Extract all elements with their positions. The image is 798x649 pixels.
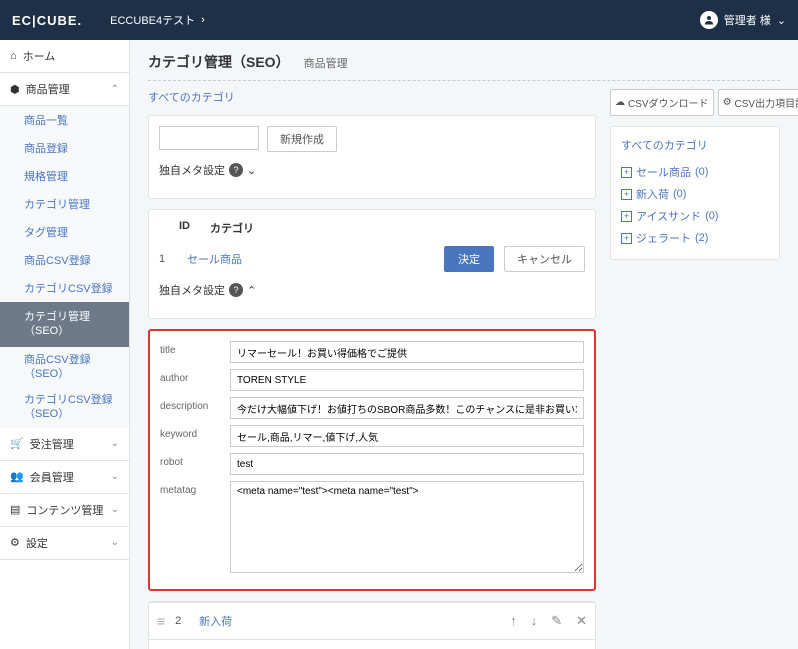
help-icon[interactable]: ? <box>229 163 243 177</box>
move-down-icon[interactable]: ↓ <box>531 613 538 629</box>
edit-icon[interactable]: ✎ <box>551 613 562 629</box>
category-list: ≡ 2 新入荷 ↑ ↓ ✎ ✕ ≡ 5 アイスサンド <box>148 601 596 649</box>
description-input[interactable] <box>230 397 584 419</box>
list-item: ≡ 2 新入荷 ↑ ↓ ✎ ✕ <box>149 602 595 639</box>
tree-item[interactable]: +セール商品 (0) <box>621 161 769 183</box>
expand-icon[interactable]: + <box>621 167 632 178</box>
main-content: カテゴリ管理（SEO） 商品管理 すべてのカテゴリ 新規作成 独自メタ設定 ? … <box>130 40 798 649</box>
chevron-down-icon: ⌄ <box>777 14 786 27</box>
gear-icon: ⚙ <box>723 97 732 108</box>
search-card: 新規作成 独自メタ設定 ? ⌄ <box>148 115 596 199</box>
move-up-icon[interactable]: ↑ <box>510 613 517 629</box>
tree-title[interactable]: すべてのカテゴリ <box>621 137 769 153</box>
cube-icon: ⬢ <box>10 83 20 96</box>
csv-download-button[interactable]: ☁CSVダウンロード <box>610 89 714 116</box>
sidebar: ⌂ ホーム ⬢商品管理 ⌃ 商品一覧 商品登録 規格管理 カテゴリ管理 タグ管理… <box>0 40 130 649</box>
csv-config-button[interactable]: ⚙CSV出力項目設定 <box>718 89 798 116</box>
author-input[interactable] <box>230 369 584 391</box>
chevron-down-icon: ⌄ <box>247 164 256 177</box>
chevron-down-icon: ⌄ <box>111 438 119 449</box>
sidebar-sub-2[interactable]: 規格管理 <box>0 162 129 190</box>
user-menu[interactable]: 管理者 様 ⌄ <box>700 11 786 29</box>
delete-icon[interactable]: ✕ <box>576 613 587 629</box>
expand-icon[interactable]: + <box>621 233 632 244</box>
site-name[interactable]: ECCUBE4テスト › <box>110 12 205 28</box>
submit-button[interactable]: 決定 <box>444 246 494 272</box>
sidebar-sub-5[interactable]: 商品CSV登録 <box>0 246 129 274</box>
category-header-card: ID カテゴリ 1 セール商品 決定 キャンセル 独自メタ設定 ? ⌃ <box>148 209 596 319</box>
cancel-button[interactable]: キャンセル <box>504 246 585 272</box>
sidebar-sub-7[interactable]: カテゴリ管理（SEO） <box>0 302 129 347</box>
expand-icon[interactable]: + <box>621 189 632 200</box>
sidebar-sub-8[interactable]: 商品CSV登録（SEO） <box>0 347 129 388</box>
sidebar-sub-6[interactable]: カテゴリCSV登録 <box>0 274 129 302</box>
col-id: ID <box>179 220 190 236</box>
robot-input[interactable] <box>230 453 584 475</box>
keyword-input[interactable] <box>230 425 584 447</box>
seo-form-card: title author description keyword robot m… <box>148 329 596 591</box>
chevron-up-icon: ⌃ <box>247 284 256 297</box>
breadcrumb[interactable]: すべてのカテゴリ <box>148 89 596 105</box>
drag-handle-icon[interactable]: ≡ <box>157 613 165 629</box>
sidebar-product-mgmt[interactable]: ⬢商品管理 ⌃ <box>0 73 129 106</box>
sidebar-home[interactable]: ⌂ ホーム <box>0 40 129 73</box>
sidebar-sub-9[interactable]: カテゴリCSV登録（SEO） <box>0 387 129 428</box>
topbar: EC|CUBE. ECCUBE4テスト › 管理者 様 ⌄ <box>0 0 798 40</box>
tree-item[interactable]: +ジェラート (2) <box>621 227 769 249</box>
edit-row: 1 セール商品 決定 キャンセル <box>159 246 585 272</box>
chevron-down-icon: ⌄ <box>111 537 119 548</box>
meta-toggle-1[interactable]: 独自メタ設定 ? ⌄ <box>159 162 585 178</box>
metatag-textarea[interactable] <box>230 481 584 573</box>
tree-item[interactable]: +新入荷 (0) <box>621 183 769 205</box>
expand-icon[interactable]: + <box>621 211 632 222</box>
sidebar-order-mgmt[interactable]: 🛒受注管理 ⌄ <box>0 428 129 461</box>
page-subtitle: 商品管理 <box>304 55 348 71</box>
users-icon: 👥 <box>10 470 24 483</box>
chevron-up-icon: ⌃ <box>111 84 119 95</box>
sidebar-sub-0[interactable]: 商品一覧 <box>0 106 129 134</box>
sidebar-sub-1[interactable]: 商品登録 <box>0 134 129 162</box>
list-name-link[interactable]: 新入荷 <box>199 613 510 629</box>
title-input[interactable] <box>230 341 584 363</box>
cloud-download-icon: ☁ <box>615 97 625 108</box>
cart-icon: 🛒 <box>10 437 24 450</box>
user-icon <box>700 11 718 29</box>
sidebar-sub-4[interactable]: タグ管理 <box>0 218 129 246</box>
sidebar-member-mgmt[interactable]: 👥会員管理 ⌄ <box>0 461 129 494</box>
meta-toggle-2[interactable]: 独自メタ設定 ? ⌃ <box>159 282 585 298</box>
logo: EC|CUBE. <box>12 13 82 28</box>
layers-icon: ▤ <box>10 503 20 516</box>
gear-icon: ⚙ <box>10 536 20 549</box>
sidebar-settings[interactable]: ⚙設定 ⌄ <box>0 527 129 560</box>
chevron-right-icon: › <box>201 14 205 26</box>
category-name-link[interactable]: セール商品 <box>187 251 242 267</box>
chevron-down-icon: ⌄ <box>111 471 119 482</box>
search-input[interactable] <box>159 126 259 150</box>
new-button[interactable]: 新規作成 <box>267 126 337 152</box>
category-tree-card: すべてのカテゴリ +セール商品 (0) +新入荷 (0) +アイスサンド (0)… <box>610 126 780 260</box>
home-icon: ⌂ <box>10 50 17 62</box>
page-title-bar: カテゴリ管理（SEO） 商品管理 <box>148 52 780 81</box>
list-item: ≡ 5 アイスサンド ↑ ↓ ✎ ✕ <box>149 639 595 649</box>
help-icon[interactable]: ? <box>229 283 243 297</box>
sidebar-content-mgmt[interactable]: ▤コンテンツ管理 ⌄ <box>0 494 129 527</box>
page-title: カテゴリ管理（SEO） <box>148 52 290 72</box>
chevron-down-icon: ⌄ <box>111 504 119 515</box>
tree-item[interactable]: +アイスサンド (0) <box>621 205 769 227</box>
col-category: カテゴリ <box>210 220 254 236</box>
sidebar-sub-3[interactable]: カテゴリ管理 <box>0 190 129 218</box>
